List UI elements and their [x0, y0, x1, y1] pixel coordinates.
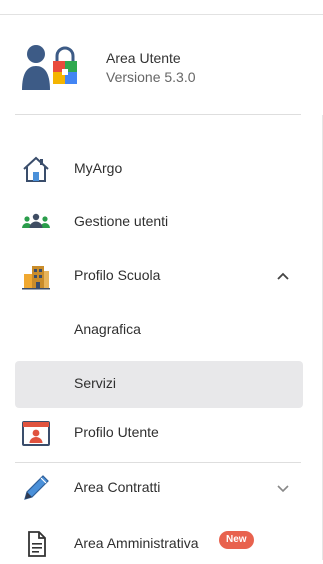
pen-icon	[21, 473, 51, 503]
top-divider	[0, 14, 323, 15]
nav-item-label: Area Amministrativa	[74, 535, 199, 551]
nav-subitem-servizi[interactable]: Servizi	[15, 361, 303, 408]
document-icon	[21, 529, 51, 559]
nav-item-area-contratti[interactable]: Area Contratti	[15, 468, 303, 508]
building-icon	[21, 261, 51, 291]
section-divider	[15, 462, 301, 463]
nav-item-label: Gestione utenti	[74, 213, 169, 229]
nav-item-label: Servizi	[74, 375, 117, 391]
chevron-down-icon[interactable]	[273, 478, 293, 498]
new-badge: New	[219, 531, 254, 549]
id-card-icon	[21, 418, 51, 448]
nav-item-gestione-utenti[interactable]: Gestione utenti	[15, 202, 303, 242]
nav-subitem-anagrafica[interactable]: Anagrafica	[15, 310, 303, 350]
nav-item-label: Profilo Utente	[74, 424, 159, 440]
chevron-up-icon[interactable]	[273, 266, 293, 286]
app-version: Versione 5.3.0	[106, 69, 196, 85]
nav-item-profilo-scuola[interactable]: Profilo Scuola	[15, 256, 303, 296]
nav-item-profilo-utente[interactable]: Profilo Utente	[15, 413, 303, 453]
nav-item-area-amministrativa[interactable]: Area Amministrativa New	[15, 524, 303, 564]
app-name: Area Utente	[106, 50, 181, 66]
nav-item-label: Profilo Scuola	[74, 267, 161, 283]
users-group-icon	[21, 207, 51, 237]
nav-item-label: MyArgo	[74, 160, 123, 176]
nav-item-label: Anagrafica	[74, 321, 141, 337]
home-icon	[21, 154, 51, 184]
app-header: Area Utente Versione 5.3.0	[0, 40, 305, 94]
nav-item-myargo[interactable]: MyArgo	[15, 149, 303, 189]
user-lock-logo-icon	[20, 42, 80, 92]
header-divider	[15, 114, 301, 115]
nav-item-label: Area Contratti	[74, 479, 161, 495]
